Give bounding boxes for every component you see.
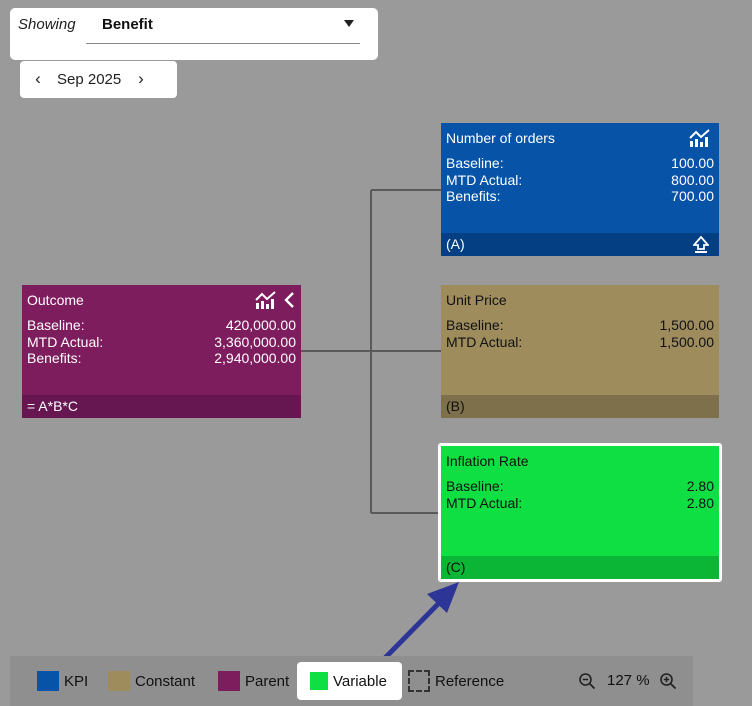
node-values: Baseline: 2.80 MTD Actual: 2.80 bbox=[446, 478, 714, 511]
row-value: 1,500.00 bbox=[659, 333, 715, 350]
node-values: Baseline: 1,500.00 MTD Actual: 1,500.00 bbox=[446, 317, 714, 350]
legend-label: KPI bbox=[64, 672, 89, 690]
node-values: Baseline: 100.00 MTD Actual: 800.00 Benefits… bbox=[446, 155, 714, 205]
zoom-in-icon[interactable] bbox=[659, 672, 677, 690]
legend-label: Parent bbox=[245, 672, 290, 690]
legend-variable[interactable]: Variable bbox=[297, 662, 402, 700]
node-outcome[interactable]: Outcome Baseline: 420,000.00 MTD Actual: 3,… bbox=[22, 285, 301, 418]
node-letter: (A) bbox=[446, 236, 465, 252]
swatch-kpi bbox=[37, 671, 59, 691]
node-title: Number of orders bbox=[446, 130, 555, 146]
row-value: 800.00 bbox=[671, 171, 714, 188]
row-value: 1,500.00 bbox=[659, 317, 715, 333]
node-reference: (A) bbox=[441, 233, 719, 256]
chart-icon[interactable] bbox=[689, 128, 713, 148]
upload-icon[interactable] bbox=[693, 236, 709, 253]
node-letter: (C) bbox=[441, 556, 719, 579]
node-letter: (B) bbox=[441, 395, 719, 418]
legend-label: Constant bbox=[135, 672, 196, 690]
node-row: Benefits: 700.00 bbox=[446, 188, 714, 205]
row-label: Baseline: bbox=[446, 317, 504, 333]
legend-bar: KPI Constant Parent Variable Reference 1… bbox=[10, 656, 693, 706]
node-row: Baseline: 1,500.00 bbox=[446, 317, 714, 334]
node-row: MTD Actual: 1,500.00 bbox=[446, 334, 714, 351]
legend-reference[interactable]: Reference bbox=[408, 656, 504, 706]
row-label: Benefits: bbox=[27, 350, 82, 366]
node-row: MTD Actual: 2.80 bbox=[446, 495, 714, 512]
row-label: Baseline: bbox=[446, 478, 504, 494]
node-row: Baseline: 2.80 bbox=[446, 478, 714, 495]
node-row: MTD Actual: 3,360,000.00 bbox=[27, 334, 296, 351]
node-title: Inflation Rate bbox=[446, 453, 529, 469]
node-icons bbox=[255, 290, 295, 310]
zoom-level: 127 % bbox=[607, 672, 650, 689]
node-row: Benefits: 2,940,000.00 bbox=[27, 350, 296, 367]
chevron-left-icon[interactable] bbox=[283, 291, 295, 309]
legend-parent[interactable]: Parent bbox=[218, 656, 289, 706]
legend-kpi[interactable]: KPI bbox=[37, 656, 88, 706]
node-row: MTD Actual: 800.00 bbox=[446, 172, 714, 189]
row-label: MTD Actual: bbox=[446, 494, 523, 511]
row-label: Benefits: bbox=[446, 188, 501, 204]
node-row: Baseline: 100.00 bbox=[446, 155, 714, 172]
zoom-out-icon[interactable] bbox=[578, 672, 596, 690]
row-label: Baseline: bbox=[446, 155, 504, 171]
swatch-constant bbox=[108, 671, 130, 691]
swatch-parent bbox=[218, 671, 240, 691]
row-label: MTD Actual: bbox=[446, 333, 523, 350]
node-values: Baseline: 420,000.00 MTD Actual: 3,360,000.… bbox=[27, 317, 296, 367]
row-label: MTD Actual: bbox=[446, 171, 523, 188]
swatch-reference bbox=[408, 670, 430, 692]
node-title: Unit Price bbox=[446, 292, 507, 308]
row-value: 2.80 bbox=[686, 478, 714, 494]
legend-label: Variable bbox=[333, 672, 387, 690]
node-formula: = A*B*C bbox=[22, 395, 301, 418]
row-label: MTD Actual: bbox=[27, 333, 104, 350]
swatch-variable bbox=[310, 672, 328, 690]
row-label: Baseline: bbox=[27, 317, 85, 333]
legend-label: Reference bbox=[435, 672, 505, 690]
row-value: 420,000.00 bbox=[225, 317, 296, 333]
node-row: Baseline: 420,000.00 bbox=[27, 317, 296, 334]
node-number-of-orders[interactable]: Number of orders Baseline: 100.00 MTD Actu… bbox=[441, 123, 719, 256]
node-inflation-rate[interactable]: Inflation Rate Baseline: 2.80 MTD Actual: 2… bbox=[438, 443, 722, 582]
node-unit-price[interactable]: Unit Price Baseline: 1,500.00 MTD Actual: 1… bbox=[441, 285, 719, 418]
row-value: 100.00 bbox=[671, 155, 714, 171]
legend-constant[interactable]: Constant bbox=[108, 656, 195, 706]
row-value: 3,360,000.00 bbox=[214, 333, 296, 350]
row-value: 2.80 bbox=[686, 494, 714, 511]
annotation-arrow bbox=[380, 582, 459, 663]
row-value: 2,940,000.00 bbox=[214, 350, 296, 366]
chart-icon[interactable] bbox=[255, 290, 279, 310]
node-title: Outcome bbox=[27, 292, 84, 308]
node-icons bbox=[689, 128, 713, 148]
row-value: 700.00 bbox=[671, 188, 714, 204]
